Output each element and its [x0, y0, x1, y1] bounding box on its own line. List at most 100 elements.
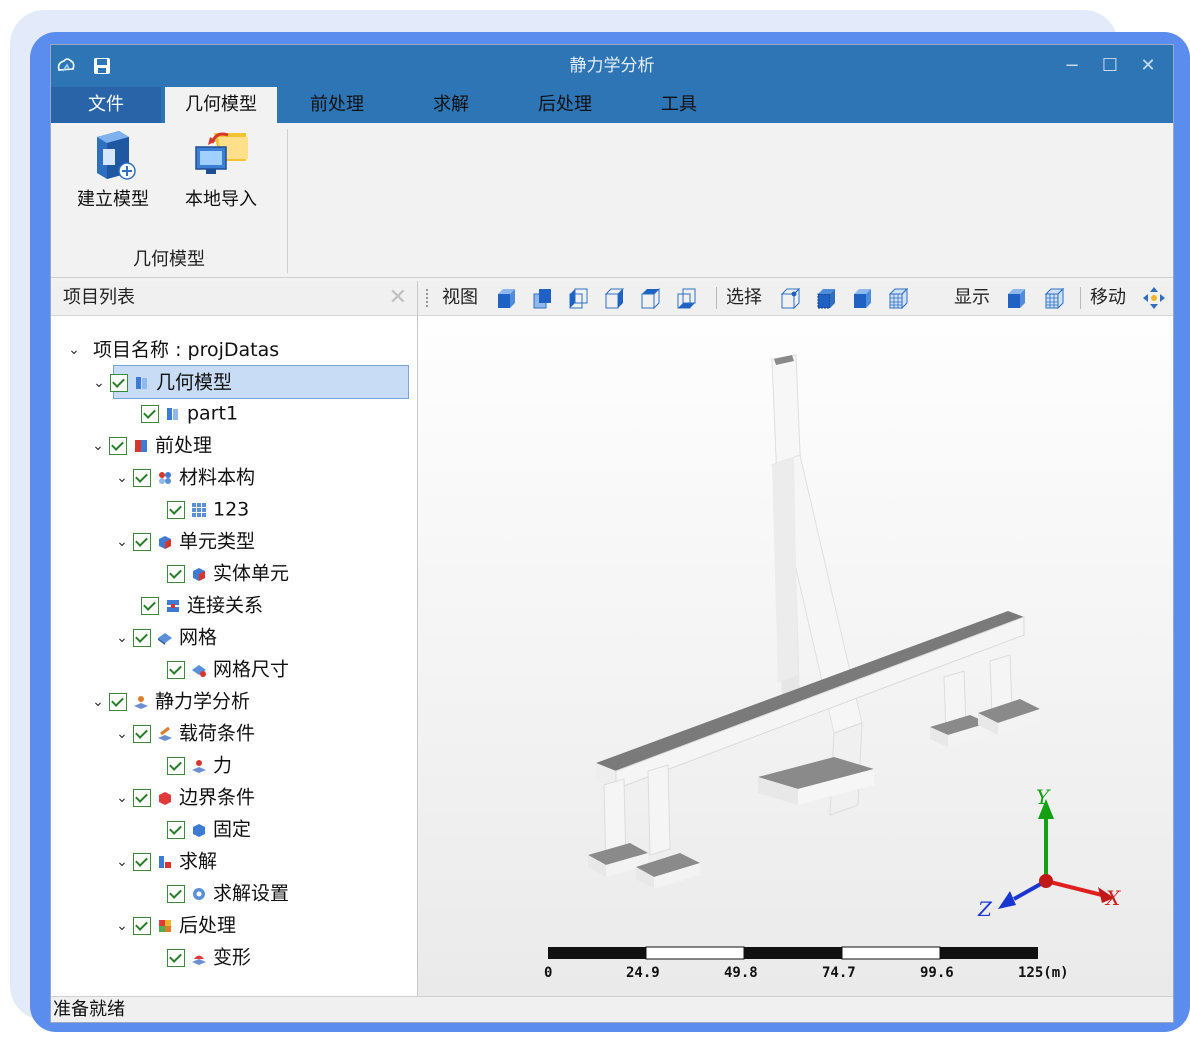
tree-item-material[interactable]: ⌄ 材料本构 — [115, 461, 255, 493]
tab-tools[interactable]: 工具 — [625, 87, 733, 123]
tree-item-element-type[interactable]: ⌄ 单元类型 — [115, 525, 255, 557]
tree-item-postprocess[interactable]: ⌄ 后处理 — [115, 909, 236, 941]
checkbox[interactable] — [133, 916, 151, 935]
create-model-button[interactable]: 建立模型 — [63, 127, 163, 217]
select-point-icon[interactable] — [778, 286, 802, 310]
chevron-down-icon[interactable]: ⌄ — [91, 686, 105, 718]
tree-item-preprocess[interactable]: ⌄ 前处理 — [91, 429, 212, 461]
maximize-button[interactable]: ☐ — [1091, 45, 1129, 87]
tree-item-label: 力 — [213, 754, 233, 777]
tree-item-123[interactable]: 123 — [163, 493, 249, 525]
tab-preprocess[interactable]: 前处理 — [283, 87, 391, 123]
tab-geometry[interactable]: 几何模型 — [165, 87, 277, 123]
display-mesh-icon[interactable] — [1042, 286, 1066, 310]
solve-settings-icon — [193, 887, 205, 900]
checkbox[interactable] — [133, 532, 151, 551]
close-button[interactable]: ✕ — [1129, 45, 1167, 87]
tree-item-label: 123 — [213, 498, 250, 521]
scale-tick: 49.8 — [724, 965, 758, 981]
chevron-down-icon[interactable]: ⌄ — [91, 430, 105, 462]
tree-item-label: 网格 — [179, 626, 218, 649]
tree-item-fixed[interactable]: 固定 — [163, 813, 251, 845]
tab-postprocess[interactable]: 后处理 — [511, 87, 619, 123]
checkbox[interactable] — [167, 500, 185, 519]
tree-item-static-analysis[interactable]: ⌄ 静力学分析 — [91, 685, 250, 717]
toolbar-display-label: 显示 — [954, 287, 990, 308]
checkbox[interactable] — [109, 692, 127, 711]
checkbox[interactable] — [167, 756, 185, 775]
checkbox[interactable] — [167, 660, 185, 679]
chevron-down-icon[interactable]: ⌄ — [115, 846, 129, 878]
tree-item-label: 实体单元 — [213, 562, 290, 585]
chevron-down-icon[interactable]: ⌄ — [115, 910, 129, 942]
chevron-down-icon[interactable]: ⌄ — [115, 718, 129, 750]
view-right-icon[interactable] — [602, 286, 626, 310]
viewport-3d[interactable]: 视图 选择 显示 移动 Y X Z 0 24.9 49.8 74.7 99.6 … — [418, 281, 1173, 996]
bridge-model[interactable] — [418, 315, 1173, 996]
checkbox[interactable] — [110, 373, 128, 392]
deformation-icon — [192, 955, 206, 965]
project-panel-header: 项目列表 ✕ — [51, 281, 417, 316]
boundary-icon — [159, 791, 171, 805]
select-element-icon[interactable] — [814, 286, 838, 310]
tree-item-geometry[interactable]: ⌄ 几何模型 — [93, 365, 409, 399]
tree-item-mesh-size[interactable]: 网格尺寸 — [163, 653, 289, 685]
checkbox[interactable] — [133, 852, 151, 871]
tree-item-boundary[interactable]: ⌄ 边界条件 — [115, 781, 255, 813]
checkbox[interactable] — [133, 724, 151, 743]
view-bottom-icon[interactable] — [674, 286, 698, 310]
status-bar: 准备就绪 — [51, 996, 1173, 1022]
local-import-label: 本地导入 — [185, 189, 257, 210]
view-back-icon[interactable] — [530, 286, 554, 310]
chevron-down-icon[interactable]: ⌄ — [115, 462, 129, 494]
tree-item-label: 边界条件 — [179, 786, 256, 809]
view-top-icon[interactable] — [638, 286, 662, 310]
chevron-down-icon[interactable]: ⌄ — [115, 782, 129, 814]
checkbox[interactable] — [167, 820, 185, 839]
local-import-button[interactable]: 本地导入 — [171, 127, 271, 217]
checkbox[interactable] — [141, 404, 159, 423]
tab-solve[interactable]: 求解 — [397, 87, 505, 123]
chevron-down-icon[interactable]: ⌄ — [67, 334, 81, 366]
fixed-icon — [193, 823, 205, 837]
display-solid-icon[interactable] — [1004, 286, 1028, 310]
scale-tick: 74.7 — [822, 965, 856, 981]
view-left-icon[interactable] — [566, 286, 590, 310]
minimize-button[interactable]: − — [1053, 45, 1091, 87]
select-body-icon[interactable] — [850, 286, 874, 310]
solid-element-icon — [193, 567, 205, 581]
checkbox[interactable] — [167, 884, 185, 903]
tree-item-solve-settings[interactable]: 求解设置 — [163, 877, 289, 909]
checkbox[interactable] — [141, 596, 159, 615]
panel-close-icon[interactable]: ✕ — [389, 281, 407, 315]
toolbar-grip[interactable] — [426, 289, 432, 307]
scale-tick: 24.9 — [626, 965, 660, 981]
tree-item-load[interactable]: ⌄ 载荷条件 — [115, 717, 255, 749]
tree-item-label: 网格尺寸 — [213, 658, 290, 681]
checkbox[interactable] — [167, 564, 185, 583]
move-icon[interactable] — [1142, 286, 1166, 310]
checkbox[interactable] — [109, 436, 127, 455]
element-type-icon — [159, 535, 171, 549]
checkbox[interactable] — [133, 628, 151, 647]
view-front-icon[interactable] — [494, 286, 518, 310]
grid-icon — [192, 502, 206, 517]
menu-file[interactable]: 文件 — [51, 87, 161, 123]
select-mesh-icon[interactable] — [886, 286, 910, 310]
tree-root[interactable]: ⌄ 项目名称 : projDatas — [67, 333, 279, 365]
tree-item-solid-element[interactable]: 实体单元 — [163, 557, 289, 589]
tree-item-deformation[interactable]: 变形 — [163, 941, 251, 973]
checkbox[interactable] — [133, 468, 151, 487]
solve-icon — [159, 855, 171, 868]
tree-item-part1[interactable]: part1 — [137, 397, 238, 429]
chevron-down-icon[interactable]: ⌄ — [115, 526, 129, 558]
tree-item-connection[interactable]: 连接关系 — [137, 589, 263, 621]
tree-item-force[interactable]: 力 — [163, 749, 232, 781]
chevron-down-icon[interactable]: ⌄ — [92, 367, 106, 399]
checkbox[interactable] — [133, 788, 151, 807]
checkbox[interactable] — [167, 948, 185, 967]
tree-item-mesh[interactable]: ⌄ 网格 — [115, 621, 217, 653]
chevron-down-icon[interactable]: ⌄ — [115, 622, 129, 654]
tree-item-solve[interactable]: ⌄ 求解 — [115, 845, 217, 877]
toolbar-view-label: 视图 — [442, 287, 478, 308]
